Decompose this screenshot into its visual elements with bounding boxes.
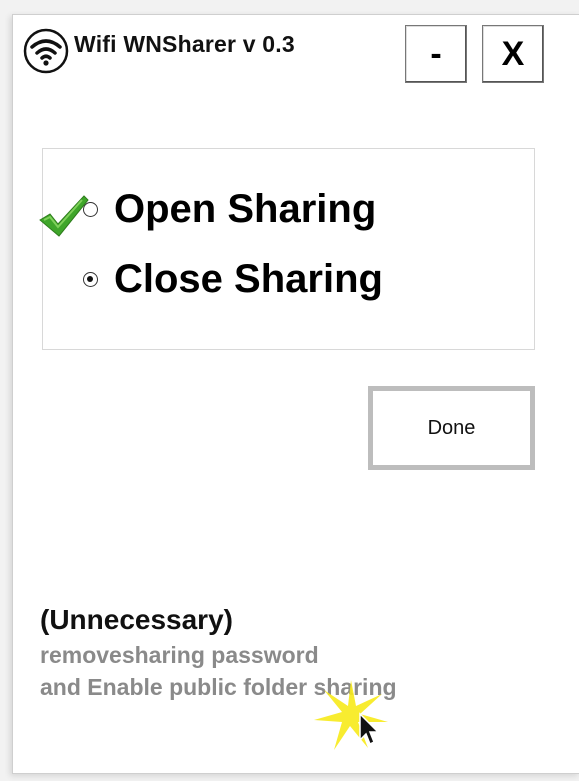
sharing-options-group: Open Sharing Close Sharing [42,148,535,350]
minimize-button[interactable]: - [405,25,467,83]
close-button[interactable]: X [482,25,544,83]
radio-button-checked[interactable] [83,272,98,287]
wifi-icon [23,28,69,74]
done-button[interactable]: Done [368,386,535,470]
checkmark-icon [39,195,89,237]
close-sharing-radio[interactable]: Close Sharing [83,257,383,302]
open-sharing-radio[interactable]: Open Sharing [83,187,376,232]
remove-password-link[interactable]: removesharing password [40,642,319,669]
open-sharing-label: Open Sharing [114,187,377,231]
app-title: Wifi WNSharer v 0.3 [74,31,295,57]
footer-title: (Unnecessary) [40,604,233,635]
close-sharing-label: Close Sharing [114,257,383,301]
enable-public-sharing-link[interactable]: and Enable public folder sharing [40,674,397,701]
